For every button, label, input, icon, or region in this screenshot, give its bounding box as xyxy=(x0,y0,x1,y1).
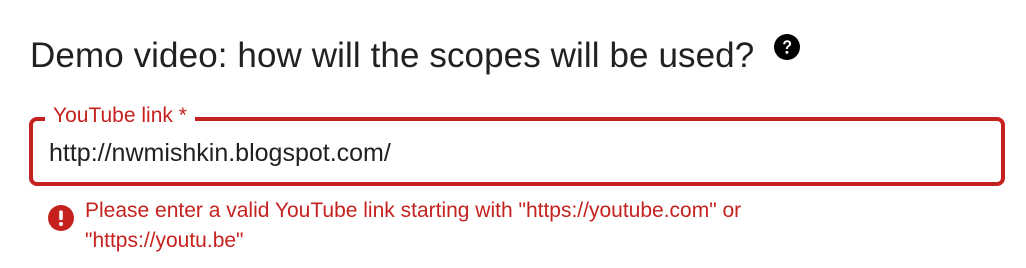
youtube-link-field[interactable]: YouTube link * xyxy=(29,101,1005,186)
error-icon xyxy=(47,204,75,232)
validation-error: Please enter a valid YouTube link starti… xyxy=(47,196,885,256)
error-message: Please enter a valid YouTube link starti… xyxy=(85,199,742,252)
youtube-link-input[interactable] xyxy=(49,133,969,173)
section-header: Demo video: how will the scopes will be … xyxy=(30,34,801,78)
help-icon[interactable] xyxy=(774,34,801,60)
section-title: Demo video: how will the scopes will be … xyxy=(30,36,755,75)
youtube-link-label: YouTube link * xyxy=(45,101,195,131)
